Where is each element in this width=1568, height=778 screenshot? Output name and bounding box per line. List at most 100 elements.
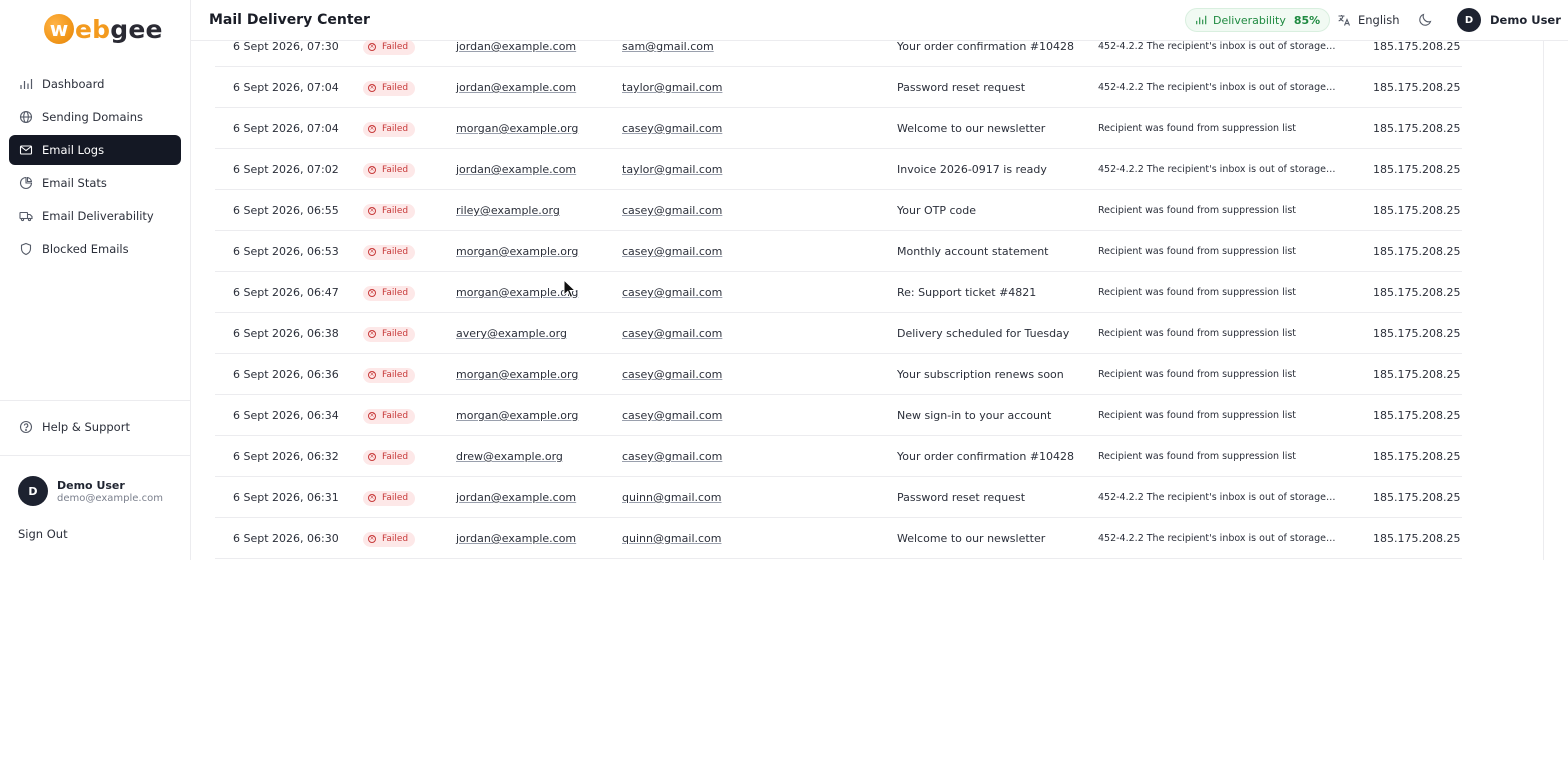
x-circle-icon: × [368, 453, 376, 461]
globe-icon [19, 110, 33, 124]
recipient-link[interactable]: taylor@gmail.com [622, 81, 722, 94]
table-row[interactable]: 6 Sept 2026, 07:04 × Failed jordan@examp… [215, 67, 1462, 108]
webgee-logo[interactable]: w ebgee [44, 11, 163, 47]
log-reason: Recipient was found from suppression lis… [1098, 205, 1297, 216]
bar-chart-icon [19, 77, 33, 91]
x-circle-icon: × [368, 494, 376, 502]
sender-link[interactable]: morgan@example.org [456, 245, 578, 258]
table-row[interactable]: 6 Sept 2026, 06:36 × Failed morgan@examp… [215, 354, 1462, 395]
status-badge[interactable]: × Failed [363, 408, 416, 424]
status-badge[interactable]: × Failed [363, 244, 416, 260]
table-row[interactable]: 6 Sept 2026, 06:30 × Failed jordan@examp… [215, 518, 1462, 559]
recipient-link[interactable]: casey@gmail.com [622, 450, 722, 463]
help-support-label: Help & Support [42, 420, 130, 434]
help-circle-icon [19, 420, 33, 434]
sender-link[interactable]: morgan@example.org [456, 122, 578, 135]
status-badge[interactable]: × Failed [363, 449, 416, 465]
table-row[interactable]: 6 Sept 2026, 06:53 × Failed morgan@examp… [215, 231, 1462, 272]
recipient-link[interactable]: casey@gmail.com [622, 286, 722, 299]
shield-icon [19, 242, 33, 256]
recipient-link[interactable]: taylor@gmail.com [622, 163, 722, 176]
sidebar-item-label: Blocked Emails [42, 242, 129, 256]
status-badge[interactable]: × Failed [363, 326, 416, 342]
log-date: 6 Sept 2026, 06:53 [233, 245, 339, 258]
status-badge[interactable]: × Failed [363, 39, 416, 55]
log-ip: 185.175.208.25 [1373, 122, 1461, 135]
status-badge[interactable]: × Failed [363, 203, 416, 219]
recipient-link[interactable]: quinn@gmail.com [622, 532, 722, 545]
log-subject: Invoice 2026-0917 is ready [897, 163, 1047, 176]
table-row[interactable]: 6 Sept 2026, 06:32 × Failed drew@example… [215, 436, 1462, 477]
recipient-link[interactable]: casey@gmail.com [622, 368, 722, 381]
log-subject: Your order confirmation #10428 [897, 40, 1075, 53]
table-row[interactable]: 6 Sept 2026, 06:55 × Failed riley@exampl… [215, 190, 1462, 231]
status-badge[interactable]: × Failed [363, 121, 416, 137]
table-row[interactable]: 6 Sept 2026, 07:04 × Failed morgan@examp… [215, 108, 1462, 149]
log-ip: 185.175.208.25 [1373, 245, 1461, 258]
x-circle-icon: × [368, 371, 376, 379]
status-badge[interactable]: × Failed [363, 162, 416, 178]
log-subject: Re: Support ticket #4821 [897, 286, 1037, 299]
status-badge[interactable]: × Failed [363, 531, 416, 547]
sidebar-item-label: Sending Domains [42, 110, 144, 124]
log-date: 6 Sept 2026, 07:04 [233, 81, 339, 94]
recipient-link[interactable]: sam@gmail.com [622, 40, 714, 53]
status-badge[interactable]: × Failed [363, 490, 416, 506]
sender-link[interactable]: avery@example.org [456, 327, 567, 340]
recipient-link[interactable]: casey@gmail.com [622, 122, 722, 135]
x-circle-icon: × [368, 125, 376, 133]
sidebar-item-sending-domains[interactable]: Sending Domains [9, 102, 181, 132]
recipient-link[interactable]: quinn@gmail.com [622, 491, 722, 504]
table-row[interactable]: 6 Sept 2026, 06:47 × Failed morgan@examp… [215, 272, 1462, 313]
x-circle-icon: × [368, 412, 376, 420]
app-root: w ebgee Dashboard Sending Domains Email … [0, 0, 1568, 778]
x-circle-icon: × [368, 330, 376, 338]
status-cell: × Failed [363, 407, 416, 424]
status-badge[interactable]: × Failed [363, 367, 416, 383]
status-badge[interactable]: × Failed [363, 285, 416, 301]
table-row[interactable]: 6 Sept 2026, 06:31 × Failed jordan@examp… [215, 477, 1462, 518]
sidebar-item-email-stats[interactable]: Email Stats [9, 168, 181, 198]
sender-link[interactable]: jordan@example.com [456, 163, 576, 176]
sidebar-item-email-deliverability[interactable]: Email Deliverability [9, 201, 181, 231]
x-circle-icon: × [368, 207, 376, 215]
table-row[interactable]: 6 Sept 2026, 06:34 × Failed morgan@examp… [215, 395, 1462, 436]
help-support-link[interactable]: Help & Support [9, 412, 181, 442]
status-cell: × Failed [363, 366, 416, 383]
recipient-link[interactable]: casey@gmail.com [622, 409, 722, 422]
sender-link[interactable]: jordan@example.com [456, 40, 576, 53]
recipient-link[interactable]: casey@gmail.com [622, 204, 722, 217]
sender-link[interactable]: morgan@example.org [456, 409, 578, 422]
sender-link[interactable]: jordan@example.com [456, 81, 576, 94]
sign-out-button[interactable]: Sign Out [18, 527, 68, 541]
log-subject: Your subscription renews soon [897, 368, 1064, 381]
sender-link[interactable]: morgan@example.org [456, 368, 578, 381]
log-date: 6 Sept 2026, 07:02 [233, 163, 339, 176]
sidebar-item-email-logs[interactable]: Email Logs [9, 135, 181, 165]
log-ip: 185.175.208.25 [1373, 286, 1461, 299]
sender-link[interactable]: morgan@example.org [456, 286, 578, 299]
sidebar-item-blocked-emails[interactable]: Blocked Emails [9, 234, 181, 264]
log-ip: 185.175.208.25 [1373, 409, 1461, 422]
status-cell: × Failed [363, 489, 416, 506]
sender-link[interactable]: drew@example.org [456, 450, 563, 463]
recipient-link[interactable]: casey@gmail.com [622, 327, 722, 340]
status-label: Failed [382, 247, 409, 257]
status-badge[interactable]: × Failed [363, 80, 416, 96]
log-ip: 185.175.208.25 [1373, 532, 1461, 545]
sidebar-user[interactable]: D Demo User demo@example.com [18, 476, 163, 506]
header-user-menu[interactable]: D Demo User [1457, 8, 1561, 32]
sender-link[interactable]: jordan@example.com [456, 532, 576, 545]
sidebar-item-dashboard[interactable]: Dashboard [9, 69, 181, 99]
log-subject: Your order confirmation #10428 [897, 450, 1075, 463]
x-circle-icon: × [368, 289, 376, 297]
table-row[interactable]: 6 Sept 2026, 07:30 × Failed jordan@examp… [215, 26, 1462, 67]
table-row[interactable]: 6 Sept 2026, 07:02 × Failed jordan@examp… [215, 149, 1462, 190]
log-reason: 452-4.2.2 The recipient's inbox is out o… [1098, 164, 1338, 175]
logo-mark: w [44, 14, 74, 44]
recipient-link[interactable]: casey@gmail.com [622, 245, 722, 258]
mail-icon [19, 143, 33, 157]
sender-link[interactable]: riley@example.org [456, 204, 560, 217]
table-row[interactable]: 6 Sept 2026, 06:38 × Failed avery@exampl… [215, 313, 1462, 354]
sender-link[interactable]: jordan@example.com [456, 491, 576, 504]
